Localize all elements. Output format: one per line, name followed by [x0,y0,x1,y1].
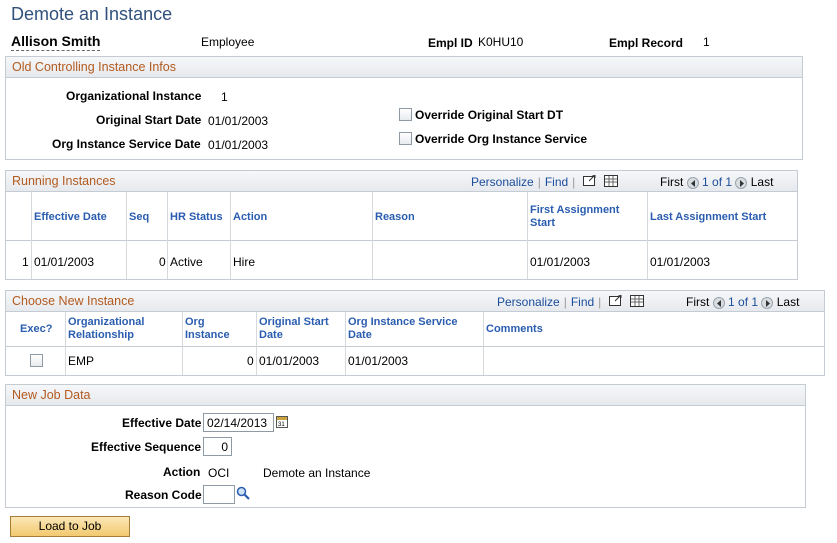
empl-record-value: 1 [703,35,710,49]
col-comments[interactable]: Comments [486,323,543,336]
service-date-label: Org Instance Service Date [52,137,201,151]
exec-checkbox[interactable] [30,354,43,367]
calendar-icon[interactable]: 31 [276,415,288,431]
running-row-action: Hire [233,255,256,269]
override-service-label: Override Org Instance Service [415,132,588,146]
empl-id-value: K0HU10 [478,35,524,49]
col-original-start[interactable]: Original Start Date [259,316,339,342]
choose-row-service: 01/01/2003 [348,354,409,368]
choose-personalize-link[interactable]: Personalize [497,295,560,309]
running-first-link[interactable]: First [660,175,683,189]
effseq-label: Effective Sequence [91,440,202,454]
running-row-seq: 0 [159,255,166,269]
col-last-assignment[interactable]: Last Assignment Start [650,211,766,224]
choose-pager: First 1 of 1 Last [686,295,799,309]
svg-text:31: 31 [278,422,285,428]
running-find-link[interactable]: Find [545,175,568,189]
orig-start-value: 01/01/2003 [208,114,269,128]
col-action[interactable]: Action [233,211,267,224]
choose-row-start: 01/01/2003 [259,354,320,368]
effdt-input[interactable]: 02/14/2013 [203,413,274,432]
org-instance-value: 1 [221,90,228,104]
prev-arrow-icon[interactable] [712,296,725,309]
running-grid-tools: Personalize | Find | [471,174,618,190]
col-service-date[interactable]: Org Instance Service Date [348,316,468,342]
download-grid-icon[interactable] [603,175,618,190]
prev-arrow-icon[interactable] [686,176,699,189]
choose-last-link[interactable]: Last [777,295,800,309]
running-personalize-link[interactable]: Personalize [471,175,534,189]
view-all-icon[interactable] [608,294,623,310]
running-pager-text: 1 of 1 [702,175,733,189]
choose-find-link[interactable]: Find [571,295,594,309]
col-effective-date[interactable]: Effective Date [34,211,107,224]
override-start-label: Override Original Start DT [415,108,564,122]
choose-first-link[interactable]: First [686,295,709,309]
col-hr-status[interactable]: HR Status [170,211,223,224]
running-last-link[interactable]: Last [751,175,774,189]
empl-id-label: Empl ID [428,36,473,50]
effdt-label: Effective Date [122,416,202,430]
running-row-first: 01/01/2003 [530,255,591,269]
running-row-effdt: 01/01/2003 [34,255,95,269]
new-job-title: New Job Data [6,385,805,406]
running-row-number: 1 [22,255,29,269]
reason-code-label: Reason Code [125,488,202,502]
action-label: Action [163,465,201,479]
download-grid-icon[interactable] [629,295,644,310]
override-service-checkbox[interactable] [399,132,412,145]
load-to-job-button[interactable]: Load to Job [10,516,130,537]
col-first-assignment[interactable]: First Assignment Start [530,204,640,230]
choose-pager-text: 1 of 1 [728,295,759,309]
col-reason[interactable]: Reason [375,211,415,224]
effseq-input[interactable]: 0 [203,437,232,456]
choose-row-relationship: EMP [68,354,95,368]
action-description: Demote an Instance [263,466,371,480]
next-arrow-icon[interactable] [761,296,774,309]
empl-record-label: Empl Record [609,36,684,50]
override-start-checkbox[interactable] [399,108,412,121]
next-arrow-icon[interactable] [735,176,748,189]
choose-grid-tools: Personalize | Find | [497,294,644,310]
view-all-icon[interactable] [582,174,597,190]
running-instances-title: Running Instances Personalize | Find | Firs… [6,171,797,192]
orig-start-label: Original Start Date [96,113,202,127]
col-org-instance[interactable]: Org Instance [185,316,245,342]
service-date-value: 01/01/2003 [208,138,269,152]
org-instance-label: Organizational Instance [66,89,202,103]
running-pager: First 1 of 1 Last [660,175,773,189]
action-code: OCI [208,466,230,480]
lookup-icon[interactable] [236,486,250,503]
reason-code-input[interactable] [203,485,235,504]
choose-instance-title: Choose New Instance Personalize | Find | Fi… [6,291,824,312]
old-instance-title: Old Controlling Instance Infos [6,57,802,78]
col-org-relationship[interactable]: Organizational Relationship [68,316,168,342]
running-title-text: Running Instances [12,174,116,188]
choose-title-text: Choose New Instance [12,294,135,308]
running-row-status: Active [170,255,203,269]
col-exec[interactable]: Exec? [20,323,52,336]
employee-type: Employee [201,35,255,49]
page-title: Demote an Instance [11,4,173,24]
col-seq[interactable]: Seq [129,211,149,224]
running-row-last: 01/01/2003 [650,255,711,269]
employee-name[interactable]: Allison Smith [11,33,101,51]
choose-row-instance: 0 [247,354,254,368]
